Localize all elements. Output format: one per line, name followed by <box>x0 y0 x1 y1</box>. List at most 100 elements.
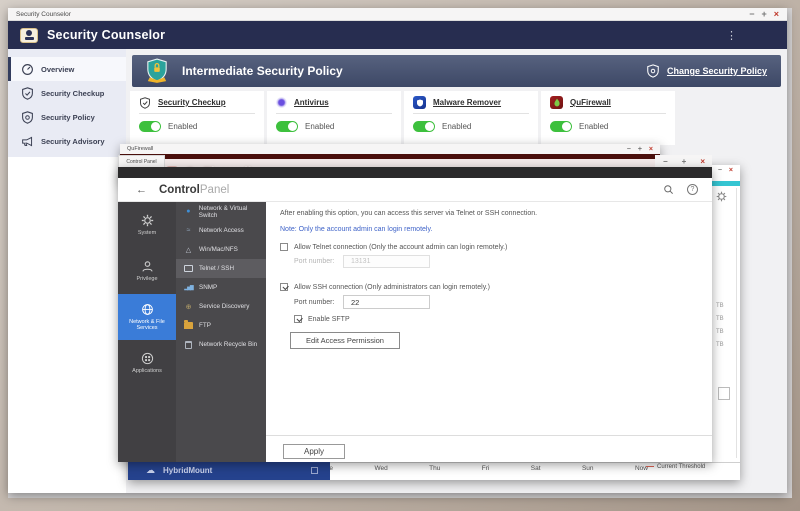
terminal-icon <box>184 265 193 272</box>
help-icon[interactable]: ? <box>687 184 698 195</box>
y-axis-label: TB <box>716 342 724 348</box>
legend-label: Current Threshold <box>657 464 705 470</box>
maximize-button[interactable]: + <box>761 9 766 19</box>
close-button[interactable]: × <box>700 157 705 166</box>
apply-button[interactable]: Apply <box>283 444 345 459</box>
qufirewall-toggle[interactable] <box>550 121 572 132</box>
allow-telnet-checkbox[interactable] <box>280 243 288 251</box>
sidebar-item-applications[interactable]: Applications <box>118 340 176 386</box>
card-title-link[interactable]: Malware Remover <box>433 98 501 107</box>
hybridmount-label: HybridMount <box>163 466 212 475</box>
nav-item-network-recycle-bin[interactable]: Network Recycle Bin <box>176 335 266 354</box>
card-title-link[interactable]: Antivirus <box>294 98 329 107</box>
gauge-icon <box>21 63 34 76</box>
enable-sftp-checkbox[interactable] <box>294 315 302 323</box>
ssh-port-input[interactable] <box>343 295 430 309</box>
change-policy-icon <box>646 64 660 78</box>
malware-remover-toggle[interactable] <box>413 121 435 132</box>
control-panel-window: Control Panel − + × ← ControlPanel ? Sys… <box>118 155 712 462</box>
apps-grid-icon <box>141 352 154 365</box>
network-switch-icon: ● <box>184 208 193 215</box>
close-button[interactable]: × <box>774 9 779 19</box>
trash-icon <box>184 341 193 349</box>
search-icon[interactable] <box>663 184 674 195</box>
edit-access-permission-button[interactable]: Edit Access Permission <box>290 332 400 349</box>
card-title-link[interactable]: Security Checkup <box>158 98 226 107</box>
nav-item-telnet-ssh[interactable]: Telnet / SSH <box>176 259 266 278</box>
intro-text: After enabling this option, you can acce… <box>280 210 537 217</box>
nav-item-service-discovery[interactable]: ⊕ Service Discovery <box>176 297 266 316</box>
control-panel-titlebar[interactable]: Control Panel <box>118 155 165 167</box>
virus-icon <box>276 97 287 108</box>
app-header: Security Counselor ⋮ <box>8 21 787 49</box>
network-access-icon: ≈ <box>184 227 193 234</box>
back-button[interactable]: ← <box>136 184 147 196</box>
person-icon <box>141 260 154 273</box>
y-axis-label: TB <box>716 316 724 322</box>
close-button[interactable]: × <box>649 146 653 153</box>
shield-check-icon <box>139 97 151 109</box>
status-label: Enabled <box>168 122 197 131</box>
sidebar-item-security-advisory[interactable]: Security Advisory <box>8 129 126 153</box>
nav-item-network-virtual-switch[interactable]: ● Network & Virtual Switch <box>176 202 266 221</box>
telnet-port-input <box>343 255 430 268</box>
security-checkup-toggle[interactable] <box>139 121 161 132</box>
minimize-button[interactable]: − <box>749 9 754 19</box>
card-security-checkup: Security Checkup Enabled <box>130 91 264 145</box>
maximize-button[interactable]: + <box>682 157 687 166</box>
globe-icon <box>141 303 154 316</box>
close-button[interactable]: × <box>729 167 733 174</box>
divider <box>736 188 737 458</box>
card-title-link[interactable]: QuFirewall <box>570 98 611 107</box>
window-title: Security Counselor <box>16 11 71 18</box>
maximize-button[interactable]: + <box>638 146 642 153</box>
card-qufirewall: QuFirewall Enabled <box>541 91 675 145</box>
sidebar-item-system[interactable]: System <box>118 202 176 248</box>
sidebar-item-privilege[interactable]: Privilege <box>118 248 176 294</box>
allow-ssh-checkbox[interactable] <box>280 283 288 291</box>
service-discovery-icon: ⊕ <box>184 303 193 311</box>
status-label: Enabled <box>579 122 608 131</box>
external-link-icon[interactable] <box>311 467 318 474</box>
window-title: Control Panel <box>126 159 156 165</box>
nav-item-network-access[interactable]: ≈ Network Access <box>176 221 266 240</box>
minimize-button[interactable]: − <box>663 157 668 166</box>
card-malware-remover: Malware Remover Enabled <box>404 91 538 145</box>
note-text: Note: Only the account admin can login r… <box>280 226 432 233</box>
qufirewall-titlebar[interactable]: QuFirewall − + × <box>120 144 660 154</box>
chart-legend: — Current Threshold <box>646 464 705 470</box>
allow-ssh-label: Allow SSH connection (Only administrator… <box>294 284 490 291</box>
malware-remover-app-icon <box>413 96 426 109</box>
minimize-button[interactable]: − <box>627 146 631 153</box>
antivirus-toggle[interactable] <box>276 121 298 132</box>
security-counselor-logo-icon <box>20 28 38 43</box>
gear-icon[interactable] <box>716 191 727 202</box>
sidebar: Overview Security Checkup Security Polic… <box>8 49 126 157</box>
minimize-button[interactable]: − <box>718 167 722 174</box>
status-label: Enabled <box>305 122 334 131</box>
window-top-band <box>118 167 712 178</box>
sidebar-item-network-file-services[interactable]: Network & File Services <box>118 294 176 340</box>
shield-check-icon <box>21 87 34 100</box>
security-counselor-titlebar[interactable]: Security Counselor − + × <box>8 8 787 21</box>
megaphone-icon <box>21 135 34 148</box>
security-policy-banner: Intermediate Security Policy Change Secu… <box>132 55 781 87</box>
nav-item-snmp[interactable]: ▂▅▇ SNMP <box>176 278 266 297</box>
legend-checkbox[interactable] <box>718 387 730 400</box>
nav-item-ftp[interactable]: FTP <box>176 316 266 335</box>
status-label: Enabled <box>442 122 471 131</box>
change-security-policy-link[interactable]: Change Security Policy <box>667 66 767 76</box>
sidebar-item-security-checkup[interactable]: Security Checkup <box>8 81 126 105</box>
sidebar-item-security-policy[interactable]: Security Policy <box>8 105 126 129</box>
enable-sftp-label: Enable SFTP <box>308 316 350 323</box>
banner-title: Intermediate Security Policy <box>182 64 343 78</box>
folder-icon <box>184 322 193 329</box>
control-panel-nav: ● Network & Virtual Switch ≈ Network Acc… <box>176 202 266 462</box>
shield-gear-icon <box>21 111 34 124</box>
hybridmount-row[interactable]: ☁ HybridMount <box>128 461 330 480</box>
telnet-port-label: Port number: <box>294 258 343 265</box>
telnet-ssh-settings-panel: After enabling this option, you can acce… <box>266 202 712 462</box>
more-menu-icon[interactable]: ⋮ <box>726 29 737 42</box>
nav-item-win-mac-nfs[interactable]: △ Win/Mac/NFS <box>176 240 266 259</box>
sidebar-item-overview[interactable]: Overview <box>8 57 126 81</box>
